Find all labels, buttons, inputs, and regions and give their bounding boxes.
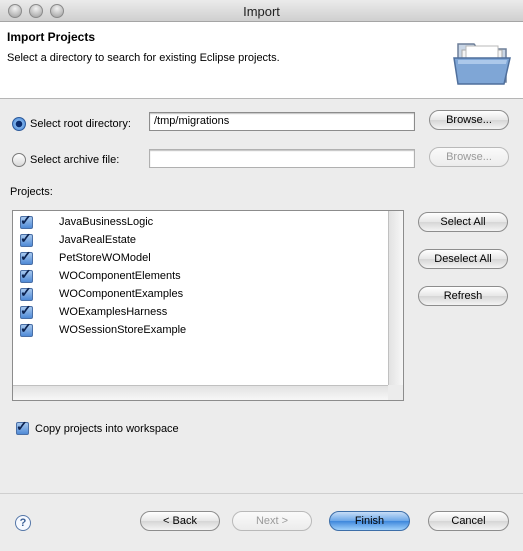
cancel-button[interactable]: Cancel	[428, 511, 509, 531]
page-description: Select a directory to search for existin…	[7, 52, 280, 64]
list-item[interactable]: ✓ WOSessionStoreExample	[13, 320, 389, 340]
root-directory-field[interactable]: /tmp/migrations	[149, 112, 415, 131]
project-name: PetStoreWOModel	[59, 252, 151, 264]
finish-button[interactable]: Finish	[329, 511, 410, 531]
window-title: Import	[243, 4, 280, 19]
browse-archive-button[interactable]: Browse...	[429, 147, 509, 167]
project-name: JavaBusinessLogic	[59, 216, 154, 228]
project-checkbox[interactable]: ✓	[20, 230, 33, 247]
next-button[interactable]: Next >	[232, 511, 312, 531]
archive-file-radio[interactable]	[12, 153, 26, 167]
footer-divider	[0, 493, 523, 494]
project-name: JavaRealEstate	[59, 234, 137, 246]
list-item[interactable]: ✓ JavaBusinessLogic	[13, 212, 389, 232]
project-checkbox[interactable]: ✓	[20, 320, 33, 337]
project-checkbox[interactable]: ✓	[20, 284, 33, 301]
list-item[interactable]: ✓ WOComponentExamples	[13, 284, 389, 304]
project-checkbox[interactable]: ✓	[20, 266, 33, 283]
vertical-scrollbar[interactable]	[388, 211, 403, 386]
folder-icon	[453, 43, 511, 85]
copy-projects-checkbox[interactable]: ✓	[16, 418, 29, 435]
project-checkbox[interactable]: ✓	[20, 248, 33, 265]
help-icon[interactable]: ?	[15, 515, 31, 531]
page-title: Import Projects	[7, 30, 96, 44]
project-name: WOComponentElements	[59, 270, 181, 282]
list-item[interactable]: ✓ WOExamplesHarness	[13, 302, 389, 322]
back-button[interactable]: < Back	[140, 511, 220, 531]
project-name: WOSessionStoreExample	[59, 324, 187, 336]
list-item[interactable]: ✓ PetStoreWOModel	[13, 248, 389, 268]
browse-root-button[interactable]: Browse...	[429, 110, 509, 130]
import-dialog: Import Import Projects Select a director…	[0, 0, 523, 551]
root-directory-label: Select root directory:	[30, 118, 131, 130]
projects-list[interactable]: ✓ JavaBusinessLogic ✓ JavaRealEstate ✓ P…	[12, 210, 404, 401]
refresh-button[interactable]: Refresh	[418, 286, 508, 306]
archive-file-field[interactable]	[149, 149, 415, 168]
horizontal-scrollbar[interactable]	[13, 385, 388, 400]
list-item[interactable]: ✓ WOComponentElements	[13, 266, 389, 286]
wizard-banner: Import Projects Select a directory to se…	[0, 22, 523, 99]
project-checkbox[interactable]: ✓	[20, 212, 33, 229]
project-checkbox[interactable]: ✓	[20, 302, 33, 319]
project-name: WOComponentExamples	[59, 288, 184, 300]
select-all-button[interactable]: Select All	[418, 212, 508, 232]
archive-file-label: Select archive file:	[30, 154, 120, 166]
scroll-corner	[388, 385, 403, 400]
deselect-all-button[interactable]: Deselect All	[418, 249, 508, 269]
title-bar[interactable]: Import	[0, 0, 523, 22]
list-item[interactable]: ✓ JavaRealEstate	[13, 230, 389, 250]
root-directory-radio[interactable]	[12, 117, 26, 131]
project-name: WOExamplesHarness	[59, 306, 168, 318]
projects-label: Projects:	[10, 186, 53, 198]
copy-projects-label: Copy projects into workspace	[35, 423, 179, 435]
